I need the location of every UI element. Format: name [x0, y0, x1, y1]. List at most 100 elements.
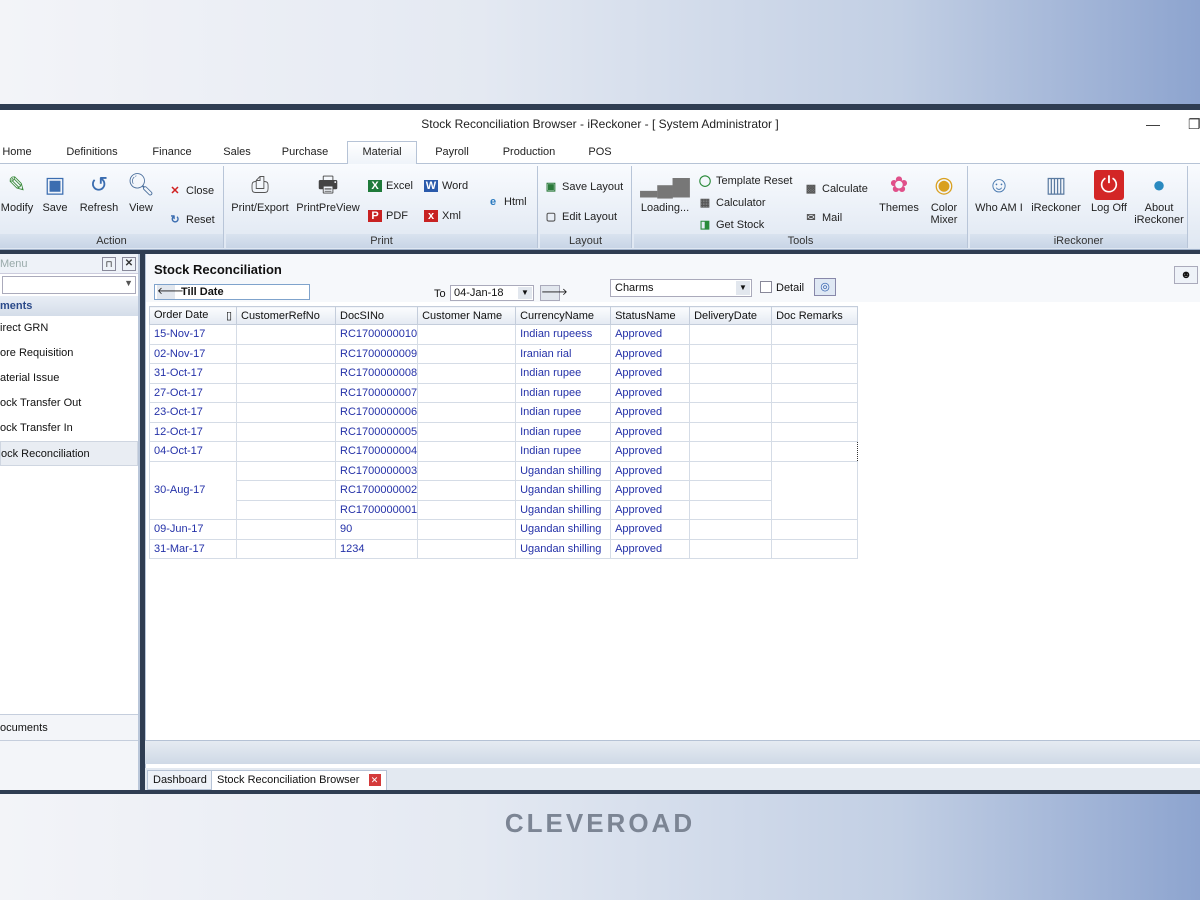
- tab-stock-reconciliation-browser[interactable]: Stock Reconciliation Browser ✕: [211, 770, 387, 790]
- close-panel-icon[interactable]: ✕: [122, 257, 136, 271]
- table-row[interactable]: 27-Oct-17 RC1700000007 Indian rupee Approve…: [149, 382, 859, 403]
- customer-ref-cell[interactable]: [236, 519, 336, 540]
- status-cell[interactable]: Approved: [610, 538, 691, 559]
- sidebar-item-direct-grn[interactable]: irect GRN: [0, 316, 138, 341]
- doc-no-cell[interactable]: 1234: [334, 538, 419, 559]
- print-export-button[interactable]: ⎙ Print/Export: [228, 170, 292, 214]
- status-cell[interactable]: Approved: [610, 519, 691, 540]
- pin-icon[interactable]: ⊓: [102, 257, 116, 271]
- currency-cell[interactable]: Indian rupee: [515, 402, 612, 423]
- doc-no-cell[interactable]: RC1700000003: [334, 460, 419, 481]
- doc-remarks-cell[interactable]: [771, 343, 859, 364]
- order-date-cell[interactable]: 30-Aug-17: [149, 460, 237, 520]
- customer-ref-cell[interactable]: [236, 441, 336, 462]
- column-header-currency[interactable]: CurrencyName: [515, 306, 612, 325]
- ireckoner-button[interactable]: ▥ iReckoner: [1028, 170, 1084, 214]
- order-date-cell[interactable]: 15-Nov-17: [149, 324, 237, 345]
- column-header-customer-ref[interactable]: CustomerRefNo: [236, 306, 336, 325]
- column-header-order-date[interactable]: Order Date ▯: [149, 306, 237, 325]
- delivery-date-cell[interactable]: [689, 363, 773, 384]
- delivery-date-cell[interactable]: [689, 324, 773, 345]
- customer-name-cell[interactable]: [417, 519, 517, 540]
- color-mixer-button[interactable]: ◉ Color Mixer: [924, 170, 964, 226]
- table-row[interactable]: RC1700000002 Ugandan shilling Approved: [150, 480, 858, 501]
- customer-ref-cell[interactable]: [236, 460, 336, 481]
- tab-production[interactable]: Production: [496, 142, 562, 164]
- customer-name-cell[interactable]: [417, 343, 517, 364]
- modify-button[interactable]: ✎ Modify: [0, 170, 34, 214]
- doc-remarks-cell[interactable]: [771, 519, 859, 540]
- view-button[interactable]: 🔍︎ View: [124, 170, 158, 214]
- order-date-cell[interactable]: 31-Oct-17: [149, 363, 237, 384]
- customer-name-cell[interactable]: [417, 480, 517, 501]
- status-cell[interactable]: Approved: [610, 382, 691, 403]
- get-stock-button[interactable]: ◨ Get Stock: [698, 218, 765, 231]
- customer-ref-cell[interactable]: [236, 499, 336, 520]
- order-date-cell[interactable]: 04-Oct-17: [149, 441, 237, 462]
- sidebar-item-stock-transfer-in[interactable]: ock Transfer In: [0, 416, 138, 441]
- arrow-left-icon[interactable]: 🡐: [157, 285, 184, 299]
- menu-search-combo[interactable]: ▼: [2, 276, 136, 294]
- doc-remarks-cell[interactable]: [771, 324, 859, 345]
- documents-bottom-item[interactable]: ocuments: [0, 715, 138, 741]
- xml-button[interactable]: x Xml: [424, 210, 461, 222]
- table-row[interactable]: 30-Aug-17 RC1700000003 Ugandan shilling App…: [149, 460, 859, 520]
- tab-sales[interactable]: Sales: [218, 142, 256, 164]
- eye-icon[interactable]: ◎: [814, 278, 836, 296]
- status-cell[interactable]: Approved: [610, 460, 691, 481]
- currency-cell[interactable]: Iranian rial: [515, 343, 612, 364]
- word-button[interactable]: W Word: [424, 180, 468, 192]
- doc-remarks-cell[interactable]: [771, 421, 859, 442]
- doc-remarks-cell[interactable]: [771, 382, 859, 403]
- table-row[interactable]: 04-Oct-17 RC1700000004 Indian rupee Approve…: [149, 441, 859, 462]
- doc-no-cell[interactable]: RC1700000007: [334, 382, 419, 403]
- customer-ref-cell[interactable]: [236, 402, 336, 423]
- currency-cell[interactable]: Indian rupee: [515, 382, 612, 403]
- customer-ref-cell[interactable]: [236, 421, 336, 442]
- column-header-customer-name[interactable]: Customer Name: [417, 306, 517, 325]
- status-cell[interactable]: Approved: [610, 441, 691, 462]
- mail-button[interactable]: ✉ Mail: [804, 211, 842, 224]
- doc-no-cell[interactable]: 90: [334, 519, 419, 540]
- order-date-cell[interactable]: 31-Mar-17: [149, 538, 237, 559]
- delivery-date-cell[interactable]: [689, 480, 773, 501]
- status-cell[interactable]: Approved: [610, 421, 691, 442]
- table-row[interactable]: 23-Oct-17 RC1700000006 Indian rupee Approve…: [149, 402, 859, 423]
- doc-no-cell[interactable]: RC1700000001: [334, 499, 419, 520]
- table-row[interactable]: 15-Nov-17 RC1700000010 Indian rupeess Appro…: [149, 324, 859, 345]
- order-date-cell[interactable]: 02-Nov-17: [149, 343, 237, 364]
- tab-pos[interactable]: POS: [582, 142, 618, 164]
- status-cell[interactable]: Approved: [610, 480, 691, 501]
- filter-icon[interactable]: ▯: [226, 309, 232, 322]
- log-off-button[interactable]: ⏻ Log Off: [1086, 170, 1132, 214]
- status-cell[interactable]: Approved: [610, 499, 691, 520]
- about-button[interactable]: ● About iReckoner: [1132, 170, 1186, 226]
- tab-definitions[interactable]: Definitions: [58, 142, 126, 164]
- table-row[interactable]: RC1700000001 Ugandan shilling Approved: [150, 499, 858, 520]
- to-date-input[interactable]: 04-Jan-18 ▼: [450, 285, 534, 301]
- doc-remarks-cell[interactable]: [771, 402, 859, 423]
- close-button[interactable]: ✕ Close: [168, 184, 214, 197]
- themes-button[interactable]: ✿ Themes: [878, 170, 920, 214]
- arrow-right-icon[interactable]: 🡒: [540, 285, 568, 301]
- doc-no-cell[interactable]: RC1700000009: [334, 343, 419, 364]
- customer-name-cell[interactable]: [417, 324, 517, 345]
- order-date-cell[interactable]: 23-Oct-17: [149, 402, 237, 423]
- user-panel-icon[interactable]: ☻: [1174, 266, 1198, 284]
- table-row[interactable]: 31-Mar-17 1234 Ugandan shilling Approved: [149, 538, 859, 559]
- sidebar-item-material-issue[interactable]: aterial Issue: [0, 366, 138, 391]
- currency-cell[interactable]: Ugandan shilling: [515, 519, 612, 540]
- minimize-icon[interactable]: —: [1146, 110, 1160, 138]
- detail-checkbox[interactable]: [760, 281, 772, 293]
- table-row[interactable]: 31-Oct-17 RC1700000008 Indian rupee Approve…: [149, 363, 859, 384]
- template-reset-button[interactable]: ◯ Template Reset: [698, 174, 793, 187]
- customer-ref-cell[interactable]: [236, 538, 336, 559]
- status-cell[interactable]: Approved: [610, 343, 691, 364]
- delivery-date-cell[interactable]: [689, 441, 773, 462]
- doc-no-cell[interactable]: RC1700000010: [334, 324, 419, 345]
- currency-cell[interactable]: Indian rupee: [515, 363, 612, 384]
- who-am-i-button[interactable]: ☺ Who AM I: [972, 170, 1026, 214]
- customer-ref-cell[interactable]: [236, 363, 336, 384]
- doc-remarks-cell[interactable]: [771, 460, 859, 520]
- tab-material[interactable]: Material: [347, 141, 417, 165]
